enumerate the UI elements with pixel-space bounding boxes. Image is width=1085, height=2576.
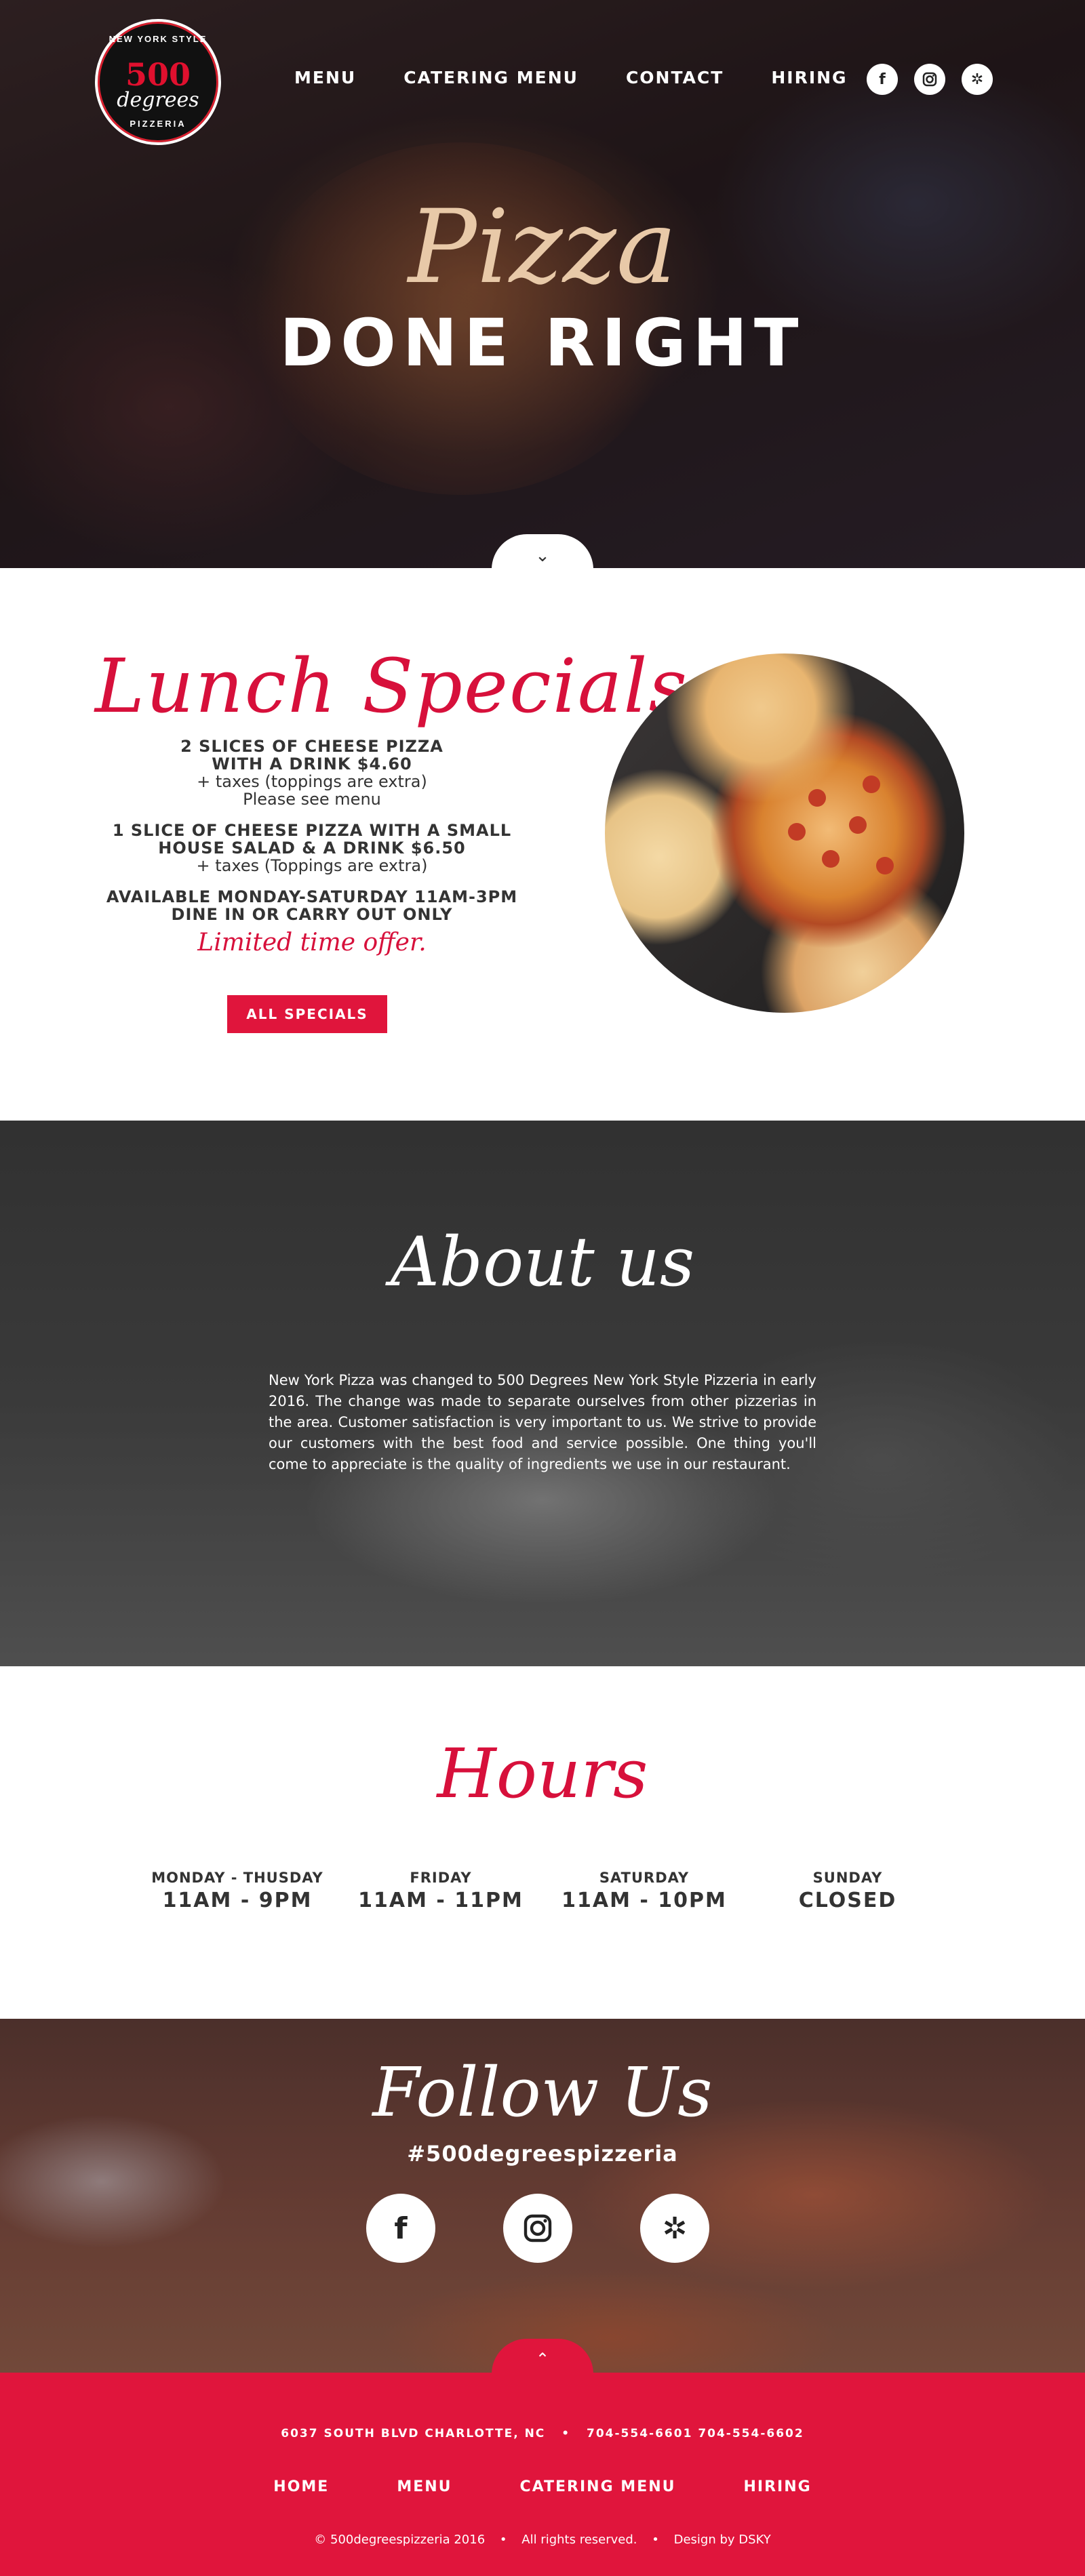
logo-number: 500 <box>125 56 191 93</box>
availability-line2: DINE IN OR CARRY OUT ONLY <box>171 905 453 924</box>
hero-script-word: Pizza <box>408 188 677 306</box>
special1-line3: + taxes (toppings are extra) <box>197 772 427 791</box>
hours-column: SATURDAY 11AM - 10PM <box>542 1870 746 1912</box>
hours-column: FRIDAY 11AM - 11PM <box>339 1870 542 1912</box>
about-body: New York Pizza was changed to 500 Degree… <box>269 1372 816 1472</box>
hero-headline: DONE RIGHT <box>279 305 806 381</box>
special1-line1: 2 SLICES OF CHEESE PIZZA <box>180 737 443 756</box>
chevron-down-icon: ⌄ <box>535 544 550 565</box>
footer-nav: HOME MENU CATERING MENU HIRING <box>0 2478 1085 2495</box>
nav-hiring[interactable]: HIRING <box>771 68 847 87</box>
hours-time: 11AM - 9PM <box>162 1889 313 1912</box>
separator-dot: • <box>499 2533 507 2547</box>
hours-time: 11AM - 11PM <box>358 1889 524 1912</box>
footer-phones[interactable]: 704-554-6601 704-554-6602 <box>587 2427 804 2440</box>
hours-day: MONDAY - THUSDAY <box>151 1870 323 1886</box>
hours-time: CLOSED <box>798 1889 897 1912</box>
logo-word: degrees <box>117 88 199 112</box>
facebook-icon[interactable]: f <box>867 64 898 95</box>
chevron-up-icon: ⌃ <box>535 2350 550 2369</box>
lunch-specials-list: 2 SLICES OF CHEESE PIZZA WITH A DRINK $4… <box>95 738 529 957</box>
special2-line1: 1 SLICE OF CHEESE PIZZA WITH A SMALL <box>112 821 512 840</box>
hours-day: SATURDAY <box>599 1870 690 1886</box>
footer-address: 6037 SOUTH BLVD CHARLOTTE, NC <box>281 2427 546 2440</box>
nav-contact[interactable]: CONTACT <box>626 68 724 87</box>
nav-catering-menu[interactable]: CATERING MENU <box>403 68 578 87</box>
special1-line2: WITH A DRINK $4.60 <box>212 754 412 773</box>
availability-line1: AVAILABLE MONDAY-SATURDAY 11AM-3PM <box>106 887 518 906</box>
logo[interactable]: NEW YORK STYLE 500 degrees PIZZERIA <box>95 19 221 145</box>
footer-copyright: © 500degreespizzeria 2016 • All rights r… <box>0 2533 1085 2547</box>
hours-section: Hours MONDAY - THUSDAY 11AM - 9PM FRIDAY… <box>0 1666 1085 2019</box>
limited-offer-text: Limited time offer. <box>197 929 427 957</box>
hours-day: FRIDAY <box>410 1870 472 1886</box>
header-social-links: f ✲ <box>867 64 993 95</box>
about-section: About us New York Pizza was changed to 5… <box>0 1121 1085 1666</box>
logo-bottom-text: PIZZERIA <box>130 119 186 129</box>
hashtag: #500degreespizzeria <box>407 2141 678 2167</box>
nav-menu[interactable]: MENU <box>294 68 356 87</box>
footer-contact: 6037 SOUTH BLVD CHARLOTTE, NC • 704-554-… <box>0 2427 1085 2440</box>
footer-nav-hiring[interactable]: HIRING <box>744 2478 812 2495</box>
main-nav: MENU CATERING MENU CONTACT HIRING <box>294 68 895 87</box>
copyright-text: © 500degreespizzeria 2016 <box>314 2533 486 2547</box>
hours-day: SUNDAY <box>812 1870 883 1886</box>
about-title: About us <box>390 1222 695 1302</box>
rights-text: All rights reserved. <box>521 2533 637 2547</box>
all-specials-button[interactable]: ALL SPECIALS <box>227 995 387 1033</box>
lunch-specials-title: Lunch Specials <box>95 643 689 729</box>
yelp-icon[interactable]: ✲ <box>640 2194 709 2263</box>
footer: 6037 SOUTH BLVD CHARLOTTE, NC • 704-554-… <box>0 2373 1085 2576</box>
follow-section: Follow Us #500degreespizzeria f ✲ ⌃ <box>0 2019 1085 2373</box>
footer-nav-catering-menu[interactable]: CATERING MENU <box>520 2478 676 2495</box>
instagram-icon[interactable] <box>914 64 945 95</box>
footer-nav-menu[interactable]: MENU <box>397 2478 452 2495</box>
lunch-specials-section: Lunch Specials 2 SLICES OF CHEESE PIZZA … <box>0 568 1085 1121</box>
instagram-icon[interactable] <box>503 2194 572 2263</box>
facebook-icon[interactable]: f <box>366 2194 435 2263</box>
pizza-photo <box>605 653 964 1013</box>
design-credit[interactable]: Design by DSKY <box>674 2533 771 2547</box>
follow-social-links: f ✲ <box>366 2194 709 2263</box>
hours-columns: MONDAY - THUSDAY 11AM - 9PM FRIDAY 11AM … <box>136 1870 949 1912</box>
hours-title: Hours <box>437 1734 648 1813</box>
hero-title: Pizza DONE RIGHT <box>0 197 1085 381</box>
special2-line3: + taxes (Toppings are extra) <box>196 856 428 875</box>
hero-section: NEW YORK STYLE 500 degrees PIZZERIA MENU… <box>0 0 1085 568</box>
hours-column: SUNDAY CLOSED <box>746 1870 949 1912</box>
yelp-icon[interactable]: ✲ <box>962 64 993 95</box>
logo-top-text: NEW YORK STYLE <box>108 34 208 44</box>
special1-line4: Please see menu <box>243 790 381 809</box>
special2-line2: HOUSE SALAD & A DRINK $6.50 <box>158 839 466 858</box>
follow-title: Follow Us <box>372 2053 713 2132</box>
hours-column: MONDAY - THUSDAY 11AM - 9PM <box>136 1870 339 1912</box>
separator-dot: • <box>561 2427 571 2440</box>
footer-nav-home[interactable]: HOME <box>273 2478 329 2495</box>
hours-time: 11AM - 10PM <box>561 1889 727 1912</box>
separator-dot: • <box>652 2533 659 2547</box>
